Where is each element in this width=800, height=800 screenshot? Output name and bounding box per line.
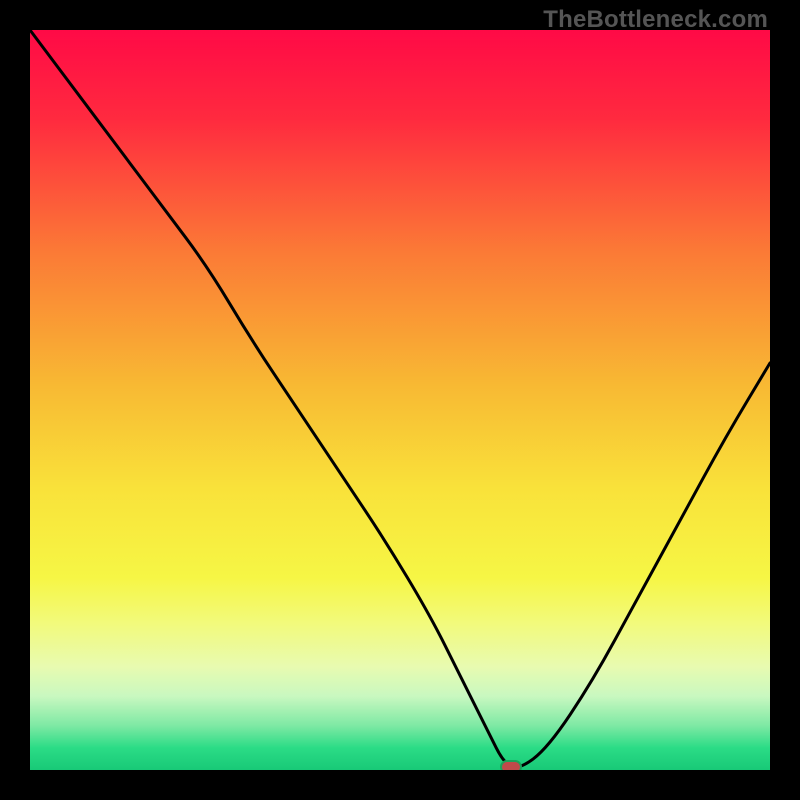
optimal-point-marker <box>500 760 522 770</box>
plot-area <box>30 30 770 770</box>
chart-outer-frame: TheBottleneck.com <box>0 0 800 800</box>
bottleneck-curve <box>30 30 770 770</box>
